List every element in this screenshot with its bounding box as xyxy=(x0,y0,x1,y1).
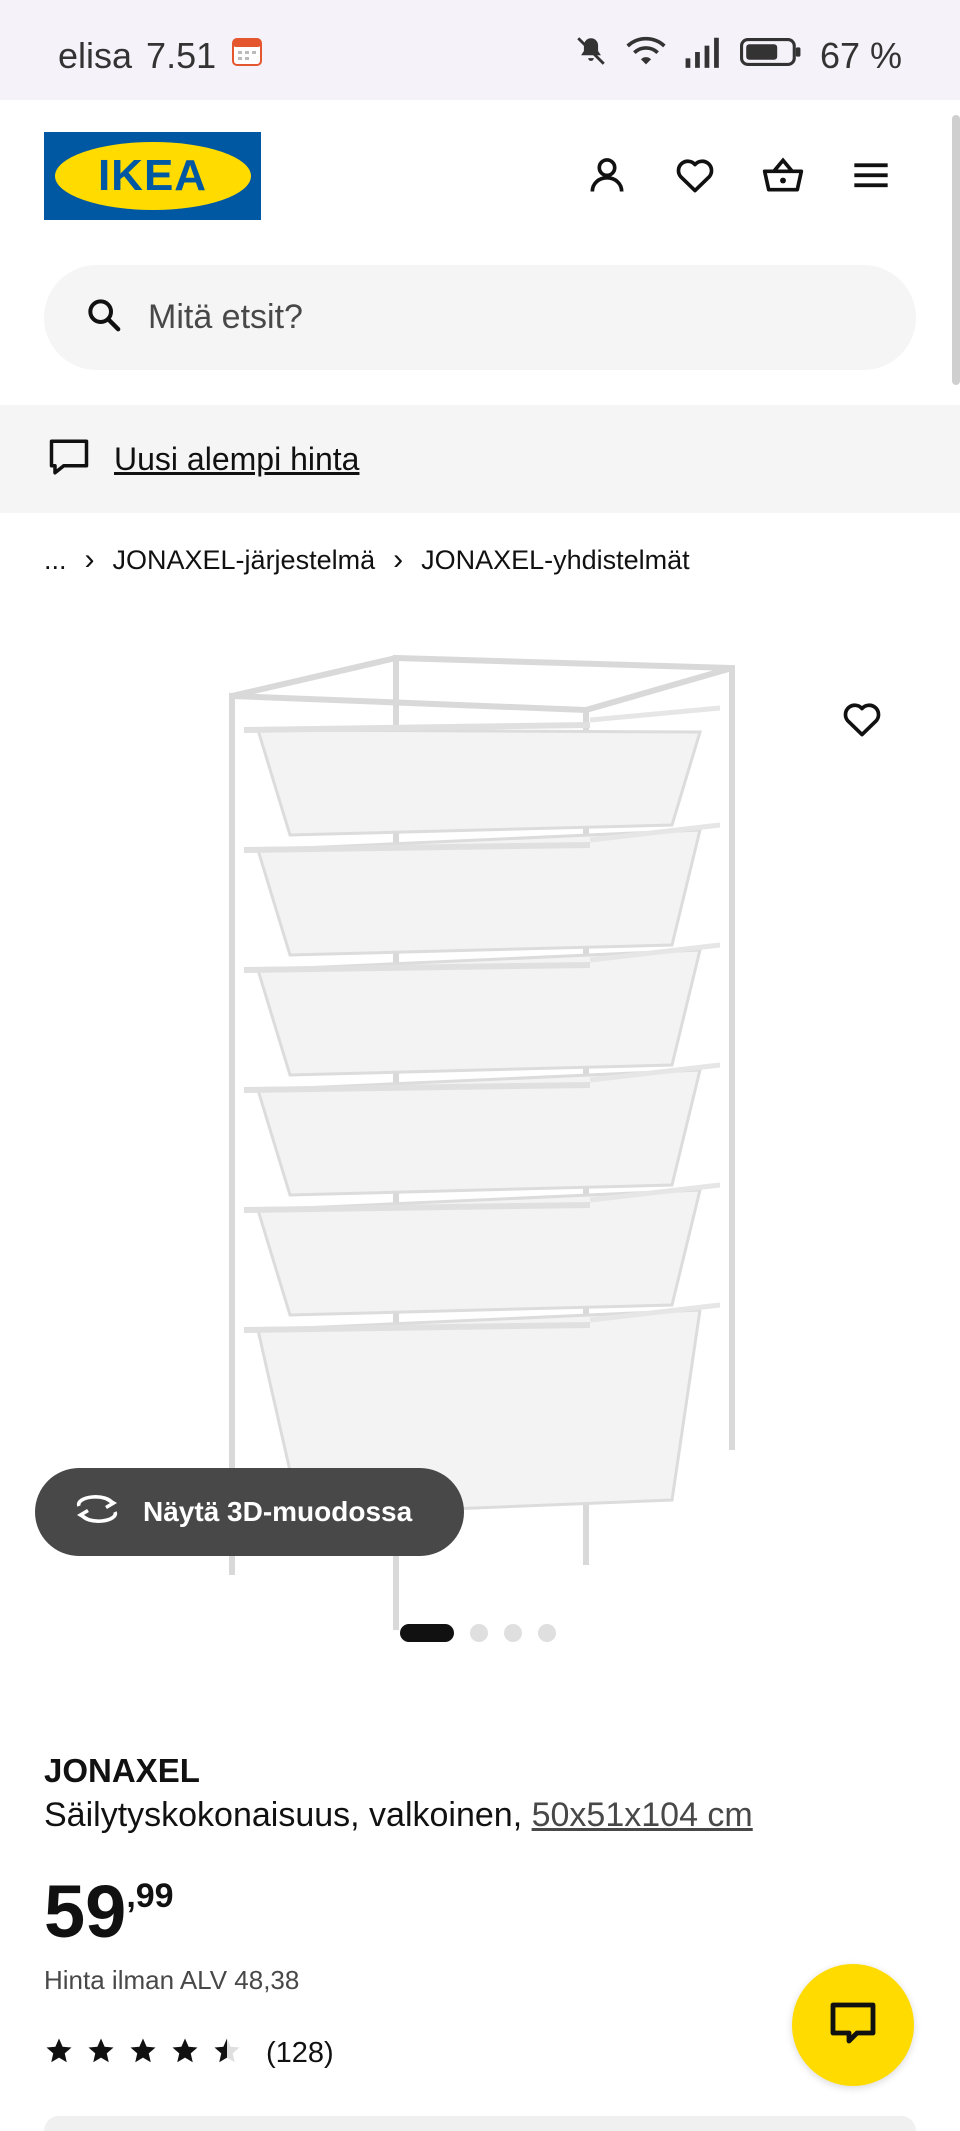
rotate-3d-icon xyxy=(73,1492,121,1533)
wifi-icon xyxy=(626,34,666,77)
breadcrumb-ellipsis[interactable]: ... xyxy=(44,545,67,576)
notice-link[interactable]: Uusi alempi hinta xyxy=(114,441,359,478)
view-3d-label: Näytä 3D-muodossa xyxy=(143,1496,413,1527)
product-rating[interactable]: (128) xyxy=(44,2036,334,2071)
status-right: 67 % xyxy=(574,34,902,77)
time-label: 7.51 xyxy=(146,34,217,76)
chevron-right-icon: › xyxy=(393,543,404,576)
chat-bubble-icon xyxy=(46,436,92,483)
calendar-icon xyxy=(230,34,264,77)
status-left: elisa 7.51 xyxy=(58,34,264,77)
logo-oval: IKEA xyxy=(54,142,251,210)
review-count: (128) xyxy=(266,2037,334,2069)
product-price: 59 ,99 xyxy=(44,1875,174,1949)
price-integer: 59 xyxy=(44,1870,127,1953)
user-icon[interactable] xyxy=(582,150,632,200)
next-section-edge xyxy=(44,2116,916,2131)
chat-icon xyxy=(827,1999,879,2052)
basket-icon[interactable] xyxy=(758,150,808,200)
heart-icon[interactable] xyxy=(670,150,720,200)
chevron-right-icon: › xyxy=(84,543,95,576)
price-excluding-vat: Hinta ilman ALV 48,38 xyxy=(44,1965,300,1995)
page-scrollbar[interactable] xyxy=(952,115,960,385)
star-icon xyxy=(44,2036,74,2071)
product-description-text: Säilytyskokonaisuus, valkoinen, xyxy=(44,1796,523,1834)
star-icon xyxy=(86,2036,116,2071)
carrier-label: elisa xyxy=(58,34,133,76)
gallery-dot[interactable] xyxy=(538,1624,556,1642)
battery-percent: 67 % xyxy=(819,34,902,76)
gallery-pagination xyxy=(400,1624,556,1642)
logo-text: IKEA xyxy=(97,151,208,200)
breadcrumb: ... › JONAXEL-järjestelmä › JONAXEL-yhdi… xyxy=(44,540,690,580)
product-name: JONAXEL xyxy=(44,1752,200,1789)
mute-icon xyxy=(574,34,608,77)
ikea-logo[interactable]: IKEA xyxy=(44,132,261,220)
price-notice-banner[interactable]: Uusi alempi hinta xyxy=(0,405,960,513)
gallery-dot[interactable] xyxy=(470,1624,488,1642)
star-icon xyxy=(170,2036,200,2071)
search-placeholder: Mitä etsit? xyxy=(148,298,303,336)
chat-button[interactable] xyxy=(792,1964,914,2086)
add-to-favourites-button[interactable] xyxy=(840,697,890,747)
breadcrumb-jonaxel-combinations[interactable]: JONAXEL-yhdistelmät xyxy=(421,545,690,576)
search-icon xyxy=(84,295,124,340)
star-half-icon xyxy=(212,2036,242,2071)
star-icon xyxy=(128,2036,158,2071)
battery-icon xyxy=(739,35,802,77)
product-description: Säilytyskokonaisuus, valkoinen, 50x51x10… xyxy=(44,1796,753,1835)
price-decimal: ,99 xyxy=(126,1877,174,1915)
menu-icon[interactable] xyxy=(846,150,896,200)
product-dimensions-link[interactable]: 50x51x104 cm xyxy=(532,1796,753,1834)
gallery-dot[interactable] xyxy=(504,1624,522,1642)
signal-icon xyxy=(684,35,722,77)
breadcrumb-jonaxel-system[interactable]: JONAXEL-järjestelmä xyxy=(113,545,376,576)
search-input[interactable]: Mitä etsit? xyxy=(44,265,916,370)
status-bar: elisa 7.51 67 % xyxy=(0,0,960,100)
gallery-dot-active[interactable] xyxy=(400,1624,454,1642)
view-3d-button[interactable]: Näytä 3D-muodossa xyxy=(35,1468,464,1556)
